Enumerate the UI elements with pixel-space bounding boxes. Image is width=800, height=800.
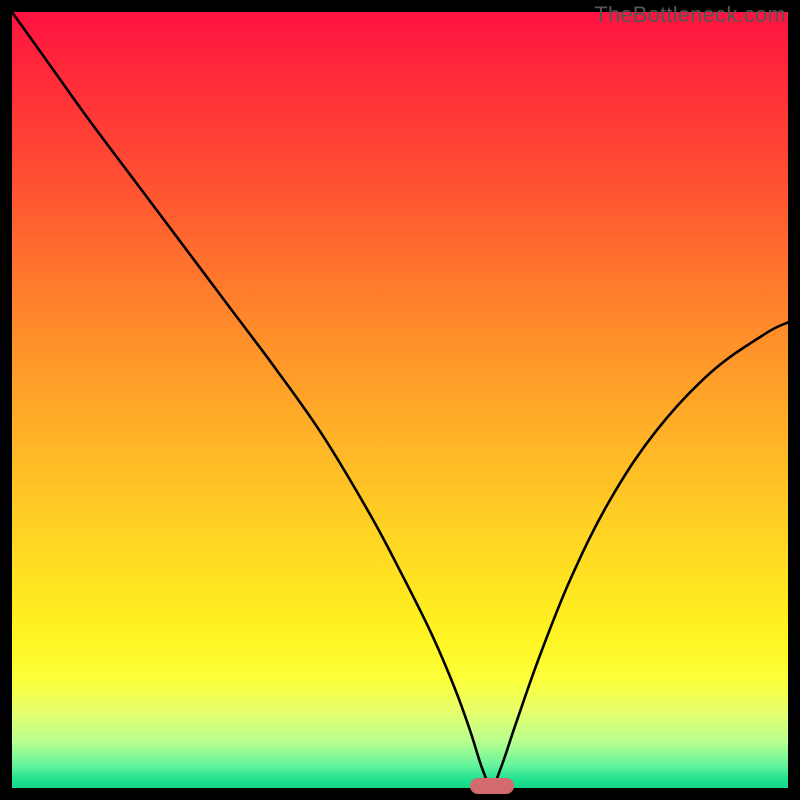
optimal-marker <box>470 778 514 794</box>
watermark-text: TheBottleneck.com <box>594 2 786 28</box>
chart-frame: TheBottleneck.com <box>0 0 800 800</box>
chart-plot-area <box>12 12 788 788</box>
